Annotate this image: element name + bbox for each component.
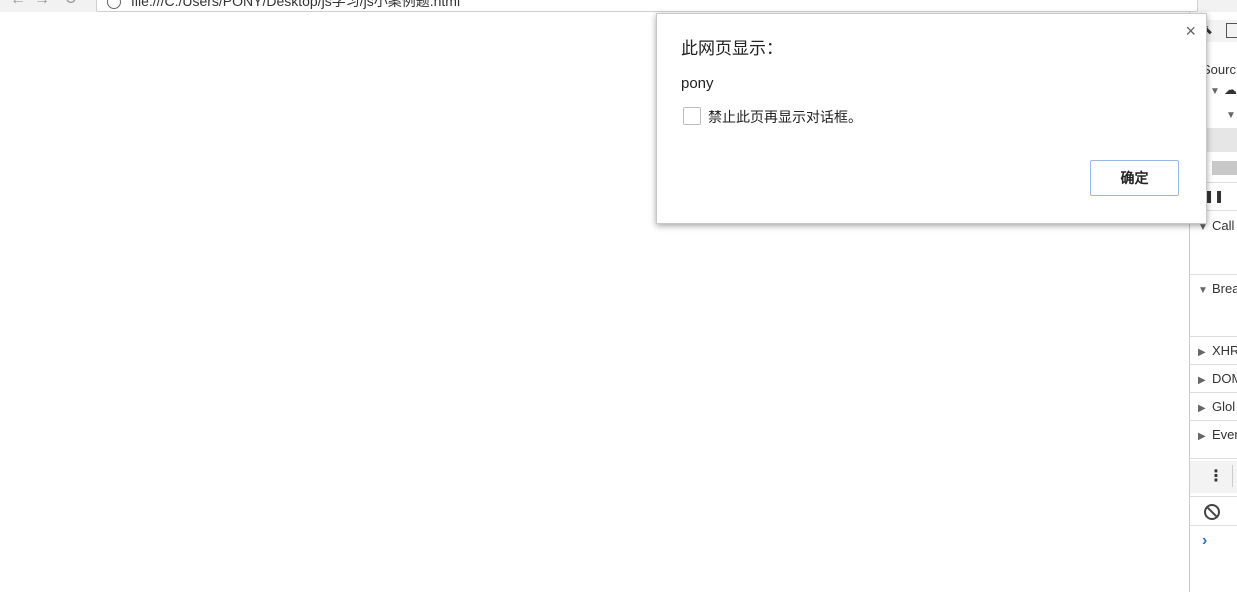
collapse-icon: ▶ bbox=[1198, 403, 1206, 414]
clear-console-icon[interactable] bbox=[1204, 504, 1220, 520]
drawer-toolbar: ⋮ bbox=[1190, 461, 1237, 493]
device-toggle-icon[interactable] bbox=[1226, 23, 1237, 38]
close-icon[interactable]: × bbox=[1185, 22, 1196, 40]
dialog-message: pony bbox=[681, 75, 714, 92]
dialog-title: 此网页显示： bbox=[681, 39, 783, 58]
panel-event[interactable]: ▶ Ever bbox=[1190, 427, 1237, 442]
forward-button[interactable]: → bbox=[34, 0, 50, 8]
ok-button[interactable]: 确定 bbox=[1090, 160, 1179, 196]
more-menu-icon[interactable]: ⋮ bbox=[1208, 466, 1224, 486]
collapse-icon: ▶ bbox=[1198, 431, 1206, 442]
info-icon[interactable] bbox=[107, 0, 121, 9]
suppress-dialogs-label[interactable]: 禁止此页再显示对话框。 bbox=[708, 107, 862, 127]
suppress-dialogs-checkbox[interactable] bbox=[683, 107, 701, 125]
collapse-icon: ▶ bbox=[1198, 375, 1206, 386]
alert-dialog: 此网页显示： × pony 禁止此页再显示对话框。 确定 bbox=[656, 13, 1207, 224]
cloud-icon: ☁ bbox=[1224, 82, 1237, 97]
reload-button[interactable]: ↻ bbox=[64, 0, 77, 8]
panel-xhr[interactable]: ▶ XHR bbox=[1190, 343, 1237, 358]
url-text: file:///C:/Users/PONY/Desktop/js学习/js小案例… bbox=[131, 0, 461, 9]
expand-icon: ▼ bbox=[1226, 110, 1236, 121]
expand-icon: ▼ bbox=[1210, 86, 1220, 97]
expand-icon: ▼ bbox=[1198, 285, 1208, 296]
panel-breakpoints[interactable]: ▼ Brea bbox=[1190, 281, 1237, 296]
address-bar[interactable]: file:///C:/Users/PONY/Desktop/js学习/js小案例… bbox=[96, 0, 1198, 12]
panel-global[interactable]: ▶ Glol bbox=[1190, 399, 1237, 414]
pause-icon[interactable]: ❚❚ bbox=[1204, 189, 1224, 203]
back-button[interactable]: ← bbox=[10, 0, 26, 8]
console-toolbar bbox=[1190, 501, 1237, 523]
console-prompt[interactable]: › bbox=[1190, 532, 1237, 550]
collapse-icon: ▶ bbox=[1198, 347, 1206, 358]
panel-dom[interactable]: ▶DOM bbox=[1190, 371, 1237, 386]
scroll-thumb[interactable] bbox=[1212, 161, 1237, 175]
browser-toolbar: ← → ↻ file:///C:/Users/PONY/Desktop/js学习… bbox=[0, 0, 1237, 12]
